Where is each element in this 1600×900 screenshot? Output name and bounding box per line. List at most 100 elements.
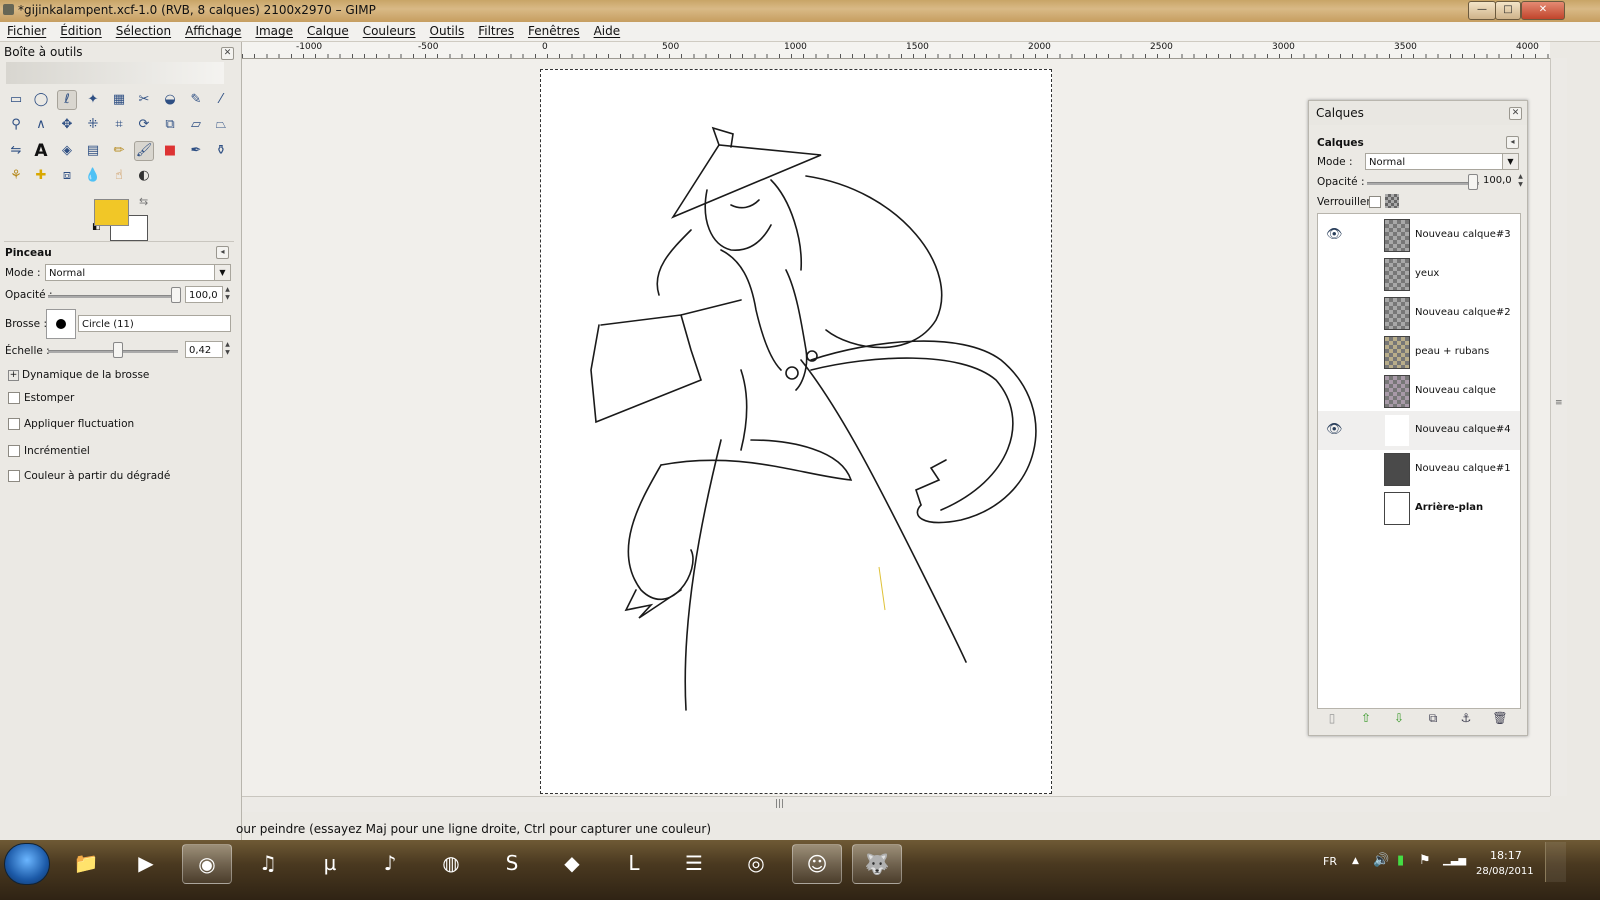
- fade-checkbox[interactable]: [8, 392, 20, 404]
- menu-edition[interactable]: Édition: [53, 22, 109, 41]
- menu-selection[interactable]: Sélection: [109, 22, 178, 41]
- airbrush-tool-icon[interactable]: ✒: [186, 141, 206, 161]
- layer-opacity-spin-arrows-icon[interactable]: ▲ ▼: [1517, 173, 1524, 190]
- opacity-spinbox[interactable]: 100,0: [185, 286, 223, 303]
- align-tool-icon[interactable]: ⁜: [83, 115, 103, 135]
- dynamics-label[interactable]: Dynamique de la brosse: [22, 369, 149, 381]
- layer-row[interactable]: 👁 Nouveau calque#3: [1318, 216, 1520, 255]
- utorrent-taskbar-icon[interactable]: µ: [306, 844, 354, 882]
- layer-opacity-spinbox[interactable]: 100,0: [1483, 175, 1512, 186]
- signal-icon[interactable]: ▁▃▅: [1443, 855, 1466, 866]
- move-tool-icon[interactable]: ✥: [57, 115, 77, 135]
- menu-image[interactable]: Image: [248, 22, 300, 41]
- layer-row[interactable]: Arrière-plan: [1318, 489, 1520, 528]
- color-picker-tool-icon[interactable]: ⁄: [211, 90, 231, 110]
- text-tool-icon[interactable]: A: [31, 141, 51, 161]
- network-icon[interactable]: ⚑: [1419, 853, 1431, 868]
- brush-name-field[interactable]: Circle (11): [78, 315, 231, 332]
- menu-fichier[interactable]: Fichier: [0, 22, 53, 41]
- paths-tool-icon[interactable]: ✎: [186, 90, 206, 110]
- layers-list[interactable]: 👁 Nouveau calque#3 yeux Nouveau calque#2…: [1317, 213, 1521, 709]
- jitter-checkbox[interactable]: [8, 418, 20, 430]
- bucket-fill-tool-icon[interactable]: ◈: [57, 141, 77, 161]
- duplicate-layer-icon[interactable]: ⧉: [1424, 709, 1442, 727]
- media-player-taskbar-icon[interactable]: ▶: [122, 844, 170, 882]
- blend-tool-icon[interactable]: ▤: [83, 141, 103, 161]
- scale-spinbox[interactable]: 0,42: [185, 341, 223, 358]
- messenger-taskbar-icon[interactable]: ☺: [792, 844, 842, 884]
- audio-app-taskbar-icon[interactable]: ♪: [366, 844, 414, 882]
- league-of-legends-taskbar-icon[interactable]: L: [610, 844, 658, 882]
- delete-layer-icon[interactable]: 🗑: [1491, 709, 1509, 727]
- layers-close-icon[interactable]: ✕: [1509, 107, 1522, 120]
- scale-slider-knob[interactable]: [113, 342, 123, 358]
- minimize-button[interactable]: —: [1468, 1, 1496, 20]
- horizontal-scrollbar[interactable]: |||: [242, 796, 1550, 812]
- ink-tool-icon[interactable]: ⚱: [211, 141, 231, 161]
- anchor-layer-icon[interactable]: ⚓: [1457, 709, 1475, 727]
- foreground-color-swatch[interactable]: [94, 199, 129, 226]
- foreground-select-tool-icon[interactable]: ◒: [160, 90, 180, 110]
- image-canvas[interactable]: [540, 69, 1052, 794]
- blur-tool-icon[interactable]: 💧: [83, 166, 103, 186]
- menu-aide[interactable]: Aide: [587, 22, 628, 41]
- menu-couleurs[interactable]: Couleurs: [356, 22, 423, 41]
- heal-tool-icon[interactable]: ✚: [31, 166, 51, 186]
- gimp-taskbar-icon[interactable]: 🐺: [852, 844, 902, 884]
- layer-row[interactable]: Nouveau calque#1: [1318, 450, 1520, 489]
- itunes-taskbar-icon[interactable]: ♫: [244, 844, 292, 882]
- volume-icon[interactable]: 🔊: [1373, 853, 1389, 868]
- crop-tool-icon[interactable]: ⌗: [109, 115, 129, 135]
- language-indicator[interactable]: FR: [1323, 855, 1337, 868]
- menu-fenetres[interactable]: Fenêtres: [521, 22, 587, 41]
- raise-layer-icon[interactable]: ⇧: [1357, 709, 1375, 727]
- horizontal-ruler[interactable]: -1000 -500 0 500 1000 1500 2000 2500 300…: [242, 42, 1550, 59]
- eraser-tool-icon[interactable]: ■: [160, 141, 180, 161]
- layer-mode-dropdown[interactable]: Normal ▼: [1365, 153, 1519, 170]
- menu-outils[interactable]: Outils: [423, 22, 472, 41]
- toolbox-close-icon[interactable]: ✕: [221, 47, 234, 60]
- rect-select-tool-icon[interactable]: ▭: [6, 90, 26, 110]
- eye-icon[interactable]: 👁: [1326, 227, 1343, 242]
- expander-plus-icon[interactable]: +: [8, 370, 19, 381]
- lock-alpha-icon[interactable]: [1385, 194, 1399, 208]
- smudge-tool-icon[interactable]: ☝: [109, 166, 129, 186]
- free-select-tool-icon[interactable]: ℓ: [57, 90, 77, 110]
- dodge-burn-tool-icon[interactable]: ◐: [134, 166, 154, 186]
- vertical-scrollbar[interactable]: ≡: [1550, 58, 1567, 796]
- menu-affichage[interactable]: Affichage: [178, 22, 248, 41]
- layers-menu-icon[interactable]: ◂: [1506, 136, 1519, 149]
- rotate-tool-icon[interactable]: ⟳: [134, 115, 154, 135]
- brush-preview-button[interactable]: [46, 309, 76, 339]
- layers-tab-label[interactable]: Calques: [1317, 137, 1364, 149]
- mode-dropdown[interactable]: Normal ▼: [45, 264, 231, 281]
- start-button[interactable]: [4, 843, 50, 885]
- incremental-checkbox[interactable]: [8, 445, 20, 457]
- swap-colors-icon[interactable]: ⇆: [139, 195, 148, 208]
- layer-row[interactable]: peau + rubans: [1318, 333, 1520, 372]
- layer-opacity-slider-knob[interactable]: [1468, 174, 1478, 190]
- opacity-slider-track[interactable]: [48, 295, 178, 298]
- chrome-taskbar-icon[interactable]: ◉: [182, 844, 232, 884]
- explorer-taskbar-icon[interactable]: 📁: [62, 844, 110, 882]
- layer-row[interactable]: 👁 Nouveau calque#4: [1318, 411, 1520, 450]
- ellipse-select-tool-icon[interactable]: ◯: [31, 90, 51, 110]
- layer-row[interactable]: yeux: [1318, 255, 1520, 294]
- chat-taskbar-icon[interactable]: ☰: [670, 844, 718, 882]
- battery-icon[interactable]: ▮: [1397, 853, 1404, 868]
- perspective-tool-icon[interactable]: ⏢: [211, 115, 231, 135]
- shear-tool-icon[interactable]: ▱: [186, 115, 206, 135]
- lower-layer-icon[interactable]: ⇩: [1390, 709, 1408, 727]
- new-layer-icon[interactable]: ▯: [1323, 709, 1341, 727]
- tray-expand-icon[interactable]: ▲: [1352, 856, 1359, 866]
- lock-pixels-checkbox[interactable]: [1369, 196, 1381, 208]
- pencil-tool-icon[interactable]: ✏: [109, 141, 129, 161]
- opacity-slider-knob[interactable]: [171, 287, 181, 303]
- menu-calque[interactable]: Calque: [300, 22, 356, 41]
- app-taskbar-icon[interactable]: ◍: [427, 844, 475, 882]
- layer-row[interactable]: Nouveau calque: [1318, 372, 1520, 411]
- measure-tool-icon[interactable]: ∧: [31, 115, 51, 135]
- zoom-tool-icon[interactable]: ⚲: [6, 115, 26, 135]
- color-select-tool-icon[interactable]: ▦: [109, 90, 129, 110]
- paintbrush-tool-icon[interactable]: 🖌: [134, 141, 154, 161]
